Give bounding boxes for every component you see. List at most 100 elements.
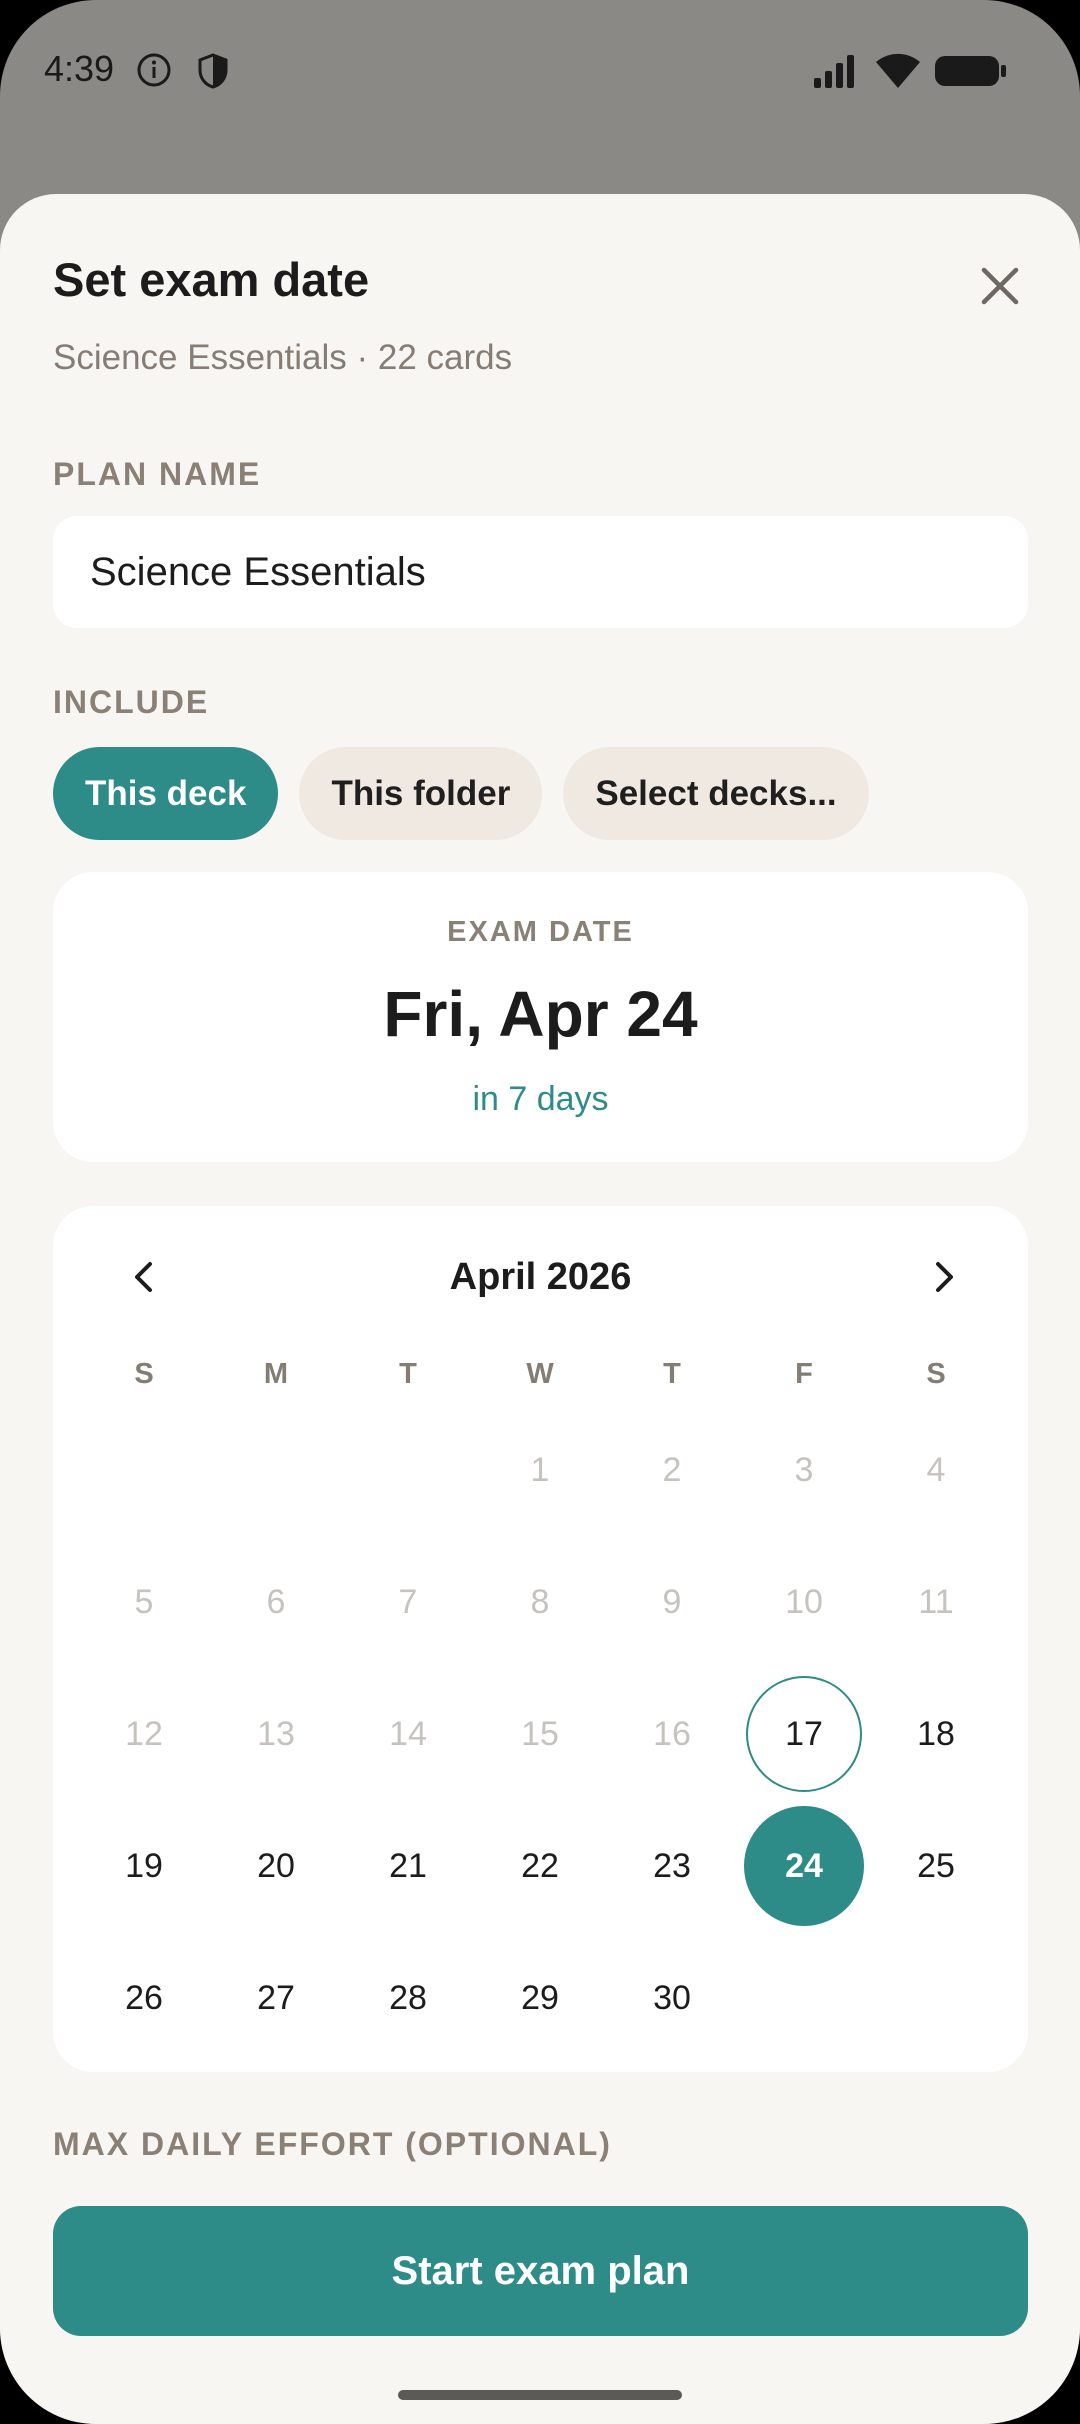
- calendar-day-number: 14: [389, 1714, 427, 1753]
- include-select-decks-chip[interactable]: Select decks...: [563, 747, 869, 840]
- calendar-day[interactable]: 23: [606, 1800, 738, 1932]
- calendar-day: 15: [474, 1668, 606, 1800]
- calendar-day: 3: [738, 1404, 870, 1536]
- weekday-header: W: [526, 1357, 554, 1390]
- calendar-day-number: 20: [257, 1846, 295, 1885]
- sheet-subtitle: Science Essentials · 22 cards: [53, 338, 513, 377]
- calendar-day: 16: [606, 1668, 738, 1800]
- screen: 4:39 Set exam date Science Essentials · …: [0, 0, 1080, 2424]
- calendar-day[interactable]: 18: [870, 1668, 1002, 1800]
- calendar-day[interactable]: 27: [210, 1932, 342, 2064]
- exam-date-label: EXAM DATE: [447, 916, 634, 948]
- calendar-day: 10: [738, 1536, 870, 1668]
- calendar-day-number: 23: [653, 1846, 691, 1885]
- calendar-day-selected[interactable]: 24: [738, 1800, 870, 1932]
- calendar-day-number: 1: [530, 1450, 550, 1489]
- exam-date-sheet: Set exam date Science Essentials · 22 ca…: [0, 194, 1080, 2424]
- calendar-day[interactable]: 25: [870, 1800, 1002, 1932]
- calendar-day-number: 4: [926, 1450, 946, 1489]
- calendar-day-number: 17: [785, 1714, 823, 1753]
- calendar-day[interactable]: 30: [606, 1932, 738, 2064]
- calendar: April 2026 S M T W T F S 1 2 3 4 5 6 7 8 9 10 11 12 13 14 15 1…: [53, 1206, 1028, 2072]
- calendar-blank: [210, 1404, 342, 1536]
- calendar-day: 12: [78, 1668, 210, 1800]
- calendar-day-number: 8: [530, 1582, 550, 1621]
- calendar-day-number: 10: [785, 1582, 823, 1621]
- plan-name-input[interactable]: Science Essentials: [53, 516, 1028, 628]
- calendar-grid: S M T W T F S 1 2 3 4 5 6 7 8 9 10 11 12 13 14 15 16 17 18 19 20 21…: [78, 1344, 1003, 2064]
- weekday-header: M: [263, 1357, 289, 1390]
- battery-icon: [935, 56, 1006, 86]
- status-bar: 4:39: [0, 0, 1080, 140]
- plan-name-label: PLAN NAME: [53, 456, 262, 492]
- calendar-day-number: 3: [794, 1450, 814, 1489]
- calendar-day: 1: [474, 1404, 606, 1536]
- include-options: This deck This folder Select decks...: [53, 747, 869, 840]
- home-indicator: [398, 2390, 682, 2400]
- include-this-deck-chip[interactable]: This deck: [53, 747, 279, 840]
- calendar-day: 7: [342, 1536, 474, 1668]
- calendar-day-number: 12: [125, 1714, 163, 1753]
- calendar-day-number: 27: [257, 1978, 295, 2017]
- weekday-header: F: [795, 1357, 813, 1390]
- calendar-day-number: 28: [389, 1978, 427, 2017]
- calendar-day-number: 11: [918, 1582, 954, 1621]
- calendar-month: April 2026: [449, 1256, 632, 1298]
- weekday-header: T: [399, 1357, 417, 1390]
- include-label: INCLUDE: [53, 684, 210, 720]
- calendar-day-number: 19: [125, 1846, 163, 1885]
- calendar-day-number: 30: [653, 1978, 691, 2017]
- calendar-day-number: 6: [266, 1582, 286, 1621]
- calendar-day-number: 7: [398, 1582, 418, 1621]
- sheet-title: Set exam date: [53, 253, 370, 306]
- close-icon[interactable]: [972, 258, 1028, 314]
- calendar-day-number: 2: [662, 1450, 682, 1489]
- calendar-day-today[interactable]: 17: [738, 1668, 870, 1800]
- calendar-day: 4: [870, 1404, 1002, 1536]
- calendar-day[interactable]: 28: [342, 1932, 474, 2064]
- calendar-day: 14: [342, 1668, 474, 1800]
- calendar-day-number: 29: [521, 1978, 559, 2017]
- start-exam-plan-button[interactable]: Start exam plan: [53, 2206, 1028, 2336]
- exam-date-card: EXAM DATE Fri, Apr 24 in 7 days: [53, 872, 1028, 1162]
- calendar-day-number: 5: [134, 1582, 154, 1621]
- calendar-day-number: 13: [257, 1714, 295, 1753]
- weekday-header: S: [926, 1357, 946, 1390]
- weekday-header: S: [134, 1357, 154, 1390]
- calendar-day-number: 16: [653, 1714, 691, 1753]
- info-icon: [137, 53, 171, 87]
- calendar-day: 5: [78, 1536, 210, 1668]
- calendar-day[interactable]: 22: [474, 1800, 606, 1932]
- shield-icon: [198, 53, 228, 89]
- calendar-day-number: 15: [521, 1714, 559, 1753]
- include-this-folder-chip[interactable]: This folder: [299, 747, 543, 840]
- calendar-day-number: 21: [389, 1846, 427, 1885]
- weekday-header: T: [663, 1357, 681, 1390]
- calendar-day: 8: [474, 1536, 606, 1668]
- calendar-day: 9: [606, 1536, 738, 1668]
- exam-date-relative: in 7 days: [472, 1080, 609, 1118]
- calendar-day[interactable]: 26: [78, 1932, 210, 2064]
- calendar-day[interactable]: 21: [342, 1800, 474, 1932]
- calendar-blank: [342, 1404, 474, 1536]
- exam-date-value: Fri, Apr 24: [383, 978, 698, 1050]
- calendar-day: 13: [210, 1668, 342, 1800]
- calendar-day-number: 24: [785, 1846, 823, 1885]
- calendar-day[interactable]: 19: [78, 1800, 210, 1932]
- calendar-day[interactable]: 29: [474, 1932, 606, 2064]
- chevron-right-icon[interactable]: [919, 1252, 969, 1302]
- plan-name-value: Science Essentials: [90, 549, 426, 594]
- calendar-day-number: 26: [125, 1978, 163, 2017]
- status-time: 4:39: [44, 48, 115, 89]
- calendar-day: 6: [210, 1536, 342, 1668]
- calendar-blank: [78, 1404, 210, 1536]
- signal-icon: [814, 55, 854, 88]
- calendar-day-number: 9: [662, 1582, 682, 1621]
- calendar-day[interactable]: 20: [210, 1800, 342, 1932]
- calendar-day-number: 25: [917, 1846, 955, 1885]
- calendar-day-number: 18: [917, 1714, 955, 1753]
- calendar-day: 2: [606, 1404, 738, 1536]
- calendar-day: 11: [870, 1536, 1002, 1668]
- calendar-day-number: 22: [521, 1846, 559, 1885]
- max-daily-effort-label: MAX DAILY EFFORT (OPTIONAL): [53, 2126, 612, 2162]
